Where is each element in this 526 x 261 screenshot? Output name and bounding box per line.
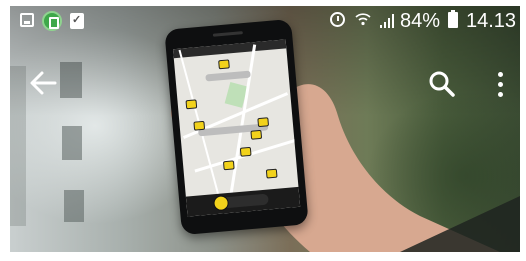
screenshot-frame: 84% 14.13 (0, 0, 526, 261)
phone-map-screen (172, 39, 301, 217)
app-screen: 84% 14.13 (10, 6, 520, 252)
taxi-marker-icon (218, 59, 230, 70)
more-vert-icon[interactable] (493, 70, 507, 100)
status-bar: 84% 14.13 (10, 6, 520, 36)
battery-icon (448, 10, 458, 28)
taxi-marker-icon (193, 120, 206, 131)
phone-image (164, 18, 309, 236)
phone-app-bar (172, 39, 287, 59)
taxi-marker-icon (239, 146, 252, 157)
map-info-chip (205, 70, 251, 82)
phone-cta-pill (212, 193, 269, 212)
wifi-icon (355, 11, 371, 32)
taxi-marker-icon (185, 99, 198, 110)
phone-bottom-bar (185, 186, 301, 217)
notification-app-icon (42, 11, 62, 31)
status-clock: 14.13 (466, 10, 517, 32)
search-icon[interactable] (428, 70, 456, 98)
taxi-button-icon (212, 195, 230, 212)
gallery-icon (20, 13, 34, 27)
back-arrow-icon[interactable] (28, 70, 58, 96)
signal-icon (380, 14, 394, 28)
background-window (62, 126, 82, 160)
clipboard-check-icon (70, 13, 84, 29)
alarm-icon (330, 12, 345, 27)
battery-percent-text: 84% (400, 10, 441, 32)
taxi-marker-icon (222, 160, 235, 171)
taxi-marker-icon (257, 117, 270, 128)
taxi-marker-icon (250, 129, 263, 140)
background-window (64, 190, 84, 222)
taxi-marker-icon (265, 168, 278, 179)
